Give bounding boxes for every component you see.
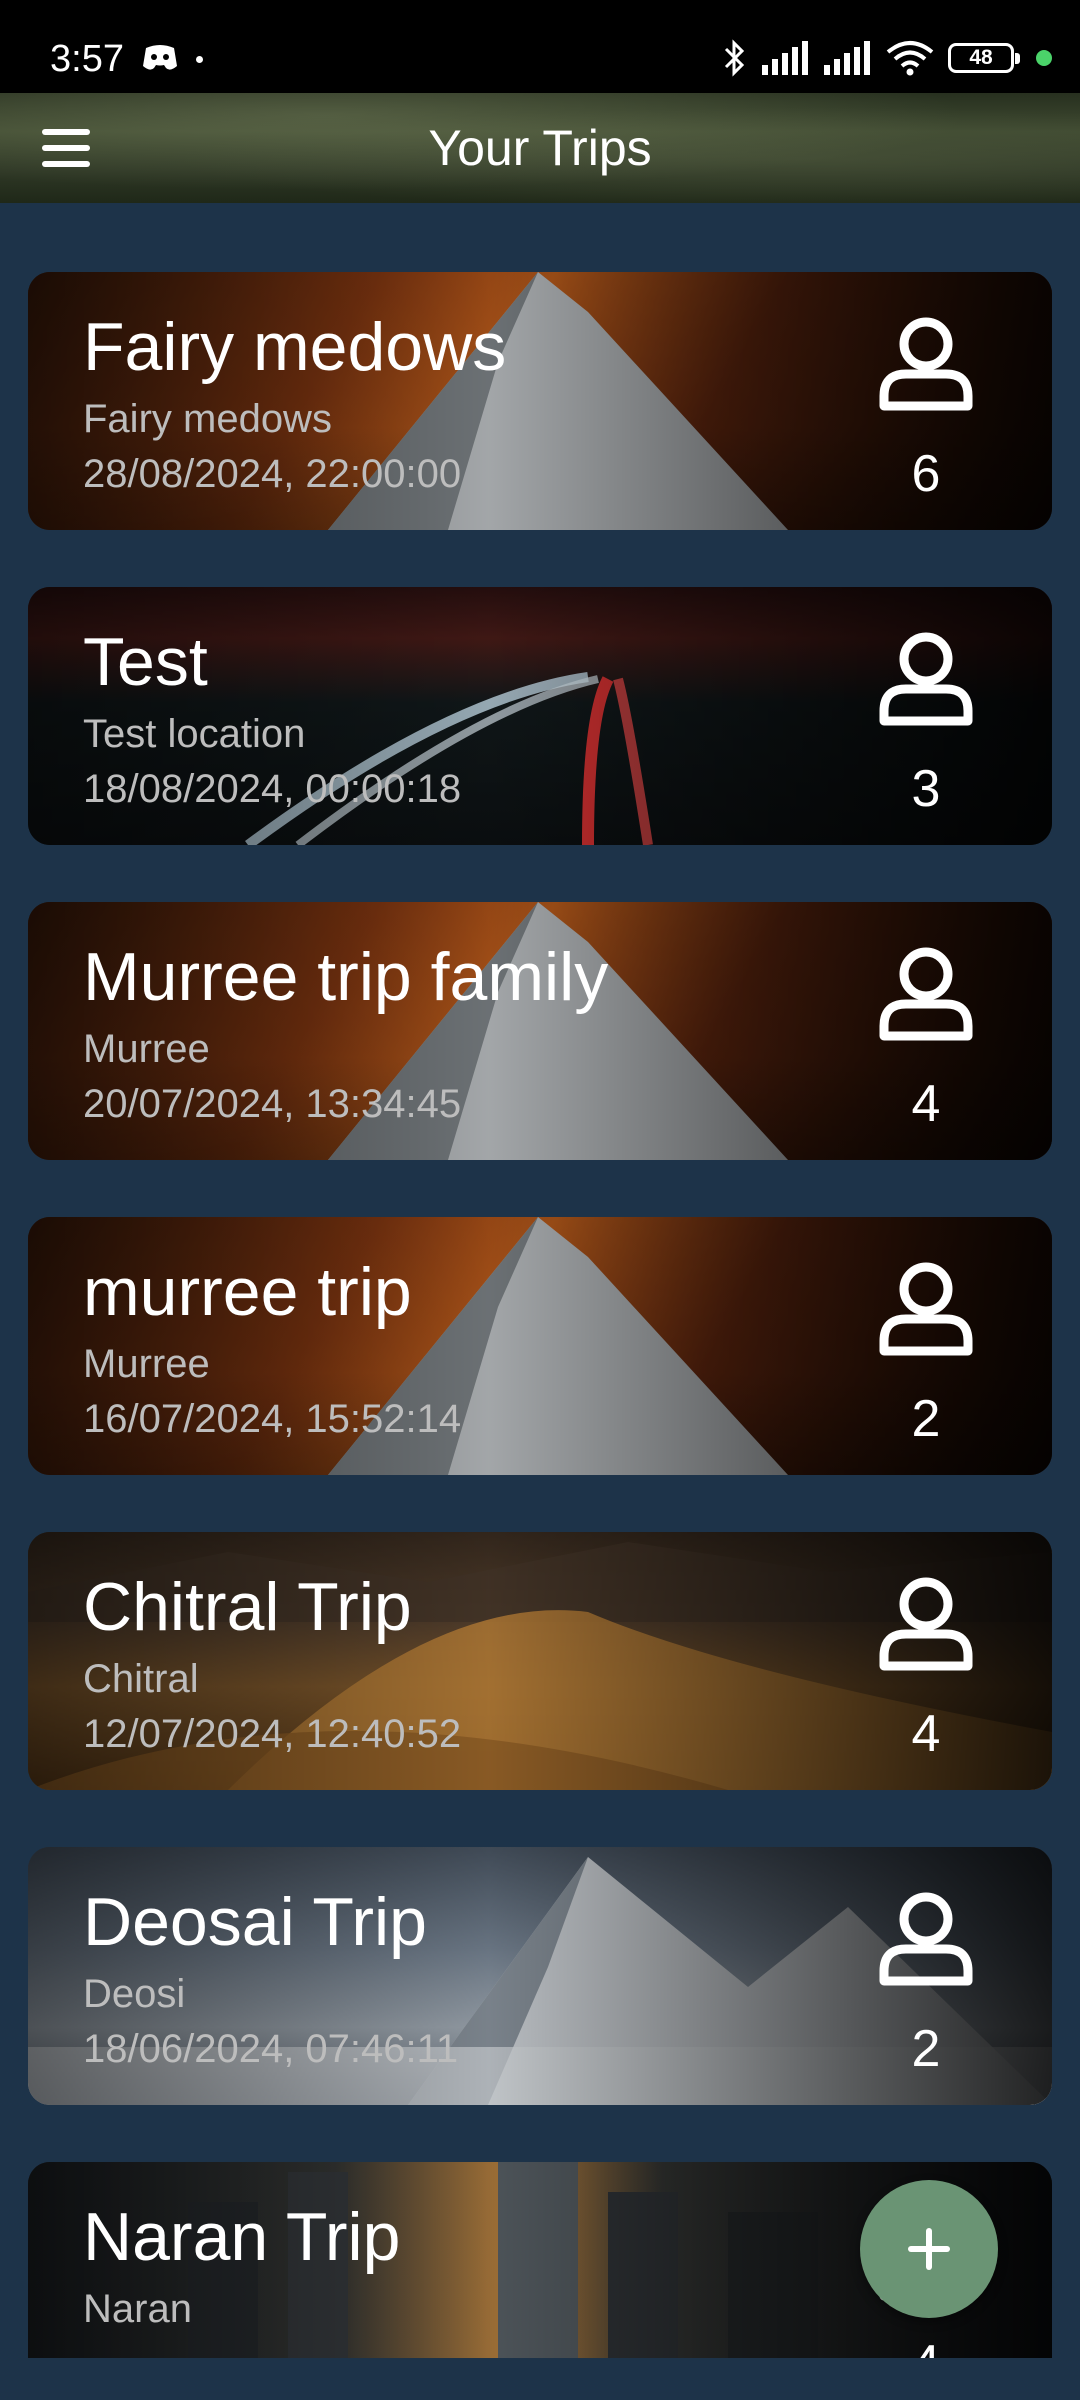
person-icon (879, 1892, 973, 1986)
trip-date: 16/07/2024, 15:52:14 (83, 1397, 462, 1441)
trip-card[interactable]: Test Test location 18/08/2024, 00:00:18 … (28, 587, 1052, 845)
trip-date: 28/08/2024, 22:00:00 (83, 452, 462, 496)
member-count: 4 (876, 2334, 976, 2358)
trip-location: Murree (83, 1027, 210, 1071)
trip-title: Chitral Trip (83, 1569, 412, 1645)
trip-location: Naran (83, 2287, 192, 2331)
trip-card[interactable]: Chitral Trip Chitral 12/07/2024, 12:40:5… (28, 1532, 1052, 1790)
member-count: 2 (911, 1390, 941, 1448)
trip-date: 12/07/2024, 12:40:52 (83, 1712, 462, 1756)
trip-list[interactable]: Fairy medows Fairy medows 28/08/2024, 22… (28, 272, 1052, 2358)
trip-card[interactable]: Deosai Trip Deosi 18/06/2024, 07:46:11 2 (28, 1847, 1052, 2105)
status-bar: 3:57 48 (0, 0, 1080, 93)
signal-icon (762, 41, 808, 75)
person-icon (879, 632, 973, 726)
add-trip-button[interactable] (860, 2180, 998, 2318)
page-title: Your Trips (428, 120, 652, 176)
signal-icon (824, 41, 870, 75)
trip-title: Deosai Trip (83, 1884, 427, 1960)
battery-icon: 48 (948, 43, 1020, 73)
person-icon (879, 1262, 973, 1356)
bluetooth-icon (724, 39, 745, 77)
wifi-icon (886, 41, 934, 76)
app-bar: Your Trips (0, 93, 1080, 203)
notification-dot-icon (196, 56, 203, 63)
trip-title: Fairy medows (83, 309, 507, 385)
status-icons: 48 (720, 38, 1052, 78)
privacy-indicator-icon (1036, 50, 1052, 66)
person-icon (879, 947, 973, 1041)
trip-title: Naran Trip (83, 2199, 401, 2275)
trip-location: Test location (83, 712, 306, 756)
trip-location: Deosi (83, 1972, 186, 2016)
trip-location: Chitral (83, 1657, 199, 1701)
trip-card[interactable]: murree trip Murree 16/07/2024, 15:52:14 … (28, 1217, 1052, 1475)
member-count: 4 (911, 1705, 941, 1763)
trip-date: 20/07/2024, 13:34:45 (83, 1082, 462, 1126)
trip-title: Test (83, 624, 208, 700)
trip-title: murree trip (83, 1254, 412, 1330)
trip-title: Murree trip family (83, 939, 609, 1015)
trip-location: Murree (83, 1342, 210, 1386)
status-time: 3:57 (50, 38, 124, 80)
trip-date: 18/08/2024, 00:00:18 (83, 767, 462, 811)
trip-date: 18/06/2024, 07:46:11 (83, 2027, 459, 2071)
person-icon (879, 317, 973, 411)
member-count: 2 (911, 2020, 941, 2078)
discord-icon (143, 45, 177, 70)
person-icon (879, 1577, 973, 1671)
member-count: 4 (911, 1075, 941, 1133)
member-count: 6 (911, 445, 941, 503)
bottom-strip (0, 2358, 1080, 2400)
member-count: 3 (911, 760, 941, 818)
trip-card[interactable]: Murree trip family Murree 20/07/2024, 13… (28, 902, 1052, 1160)
trip-location: Fairy medows (83, 397, 332, 441)
trip-card[interactable]: Fairy medows Fairy medows 28/08/2024, 22… (28, 272, 1052, 530)
